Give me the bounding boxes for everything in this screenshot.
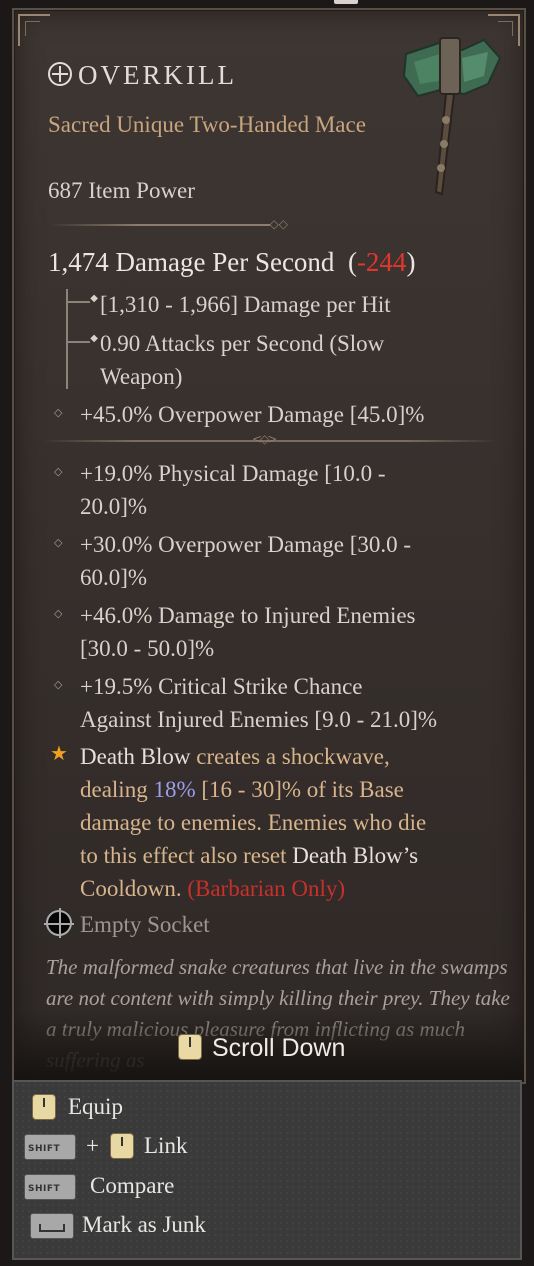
- affix-line: +19.0% Physical Damage [10.0 -: [80, 461, 386, 486]
- socket-label: Empty Socket: [80, 912, 210, 937]
- mouse-icon: [178, 1034, 202, 1060]
- unique-power-line: dealing 18% [16 - 30]% of its Base: [80, 773, 520, 806]
- divider: ◇◇: [50, 217, 288, 231]
- scroll-down-label: Scroll Down: [212, 1034, 346, 1062]
- class-restriction: (Barbarian Only): [187, 876, 346, 901]
- dps-delta: -244: [356, 247, 407, 277]
- item-power: 687 Item Power: [48, 178, 195, 203]
- bullet-icon: ◇: [54, 406, 63, 419]
- item-tooltip: OVERKILL Sacred Unique Two-Handed Mace 6…: [12, 8, 526, 1084]
- frame-corner-left: [18, 14, 50, 46]
- unique-text: [16 - 30]% of its Base: [195, 777, 404, 802]
- bullet-icon: ◇: [54, 536, 63, 549]
- affix-line: +30.0% Overpower Damage [30.0 -: [80, 532, 412, 557]
- bullet-icon: ◇: [54, 607, 63, 620]
- tree-branch: [66, 333, 98, 344]
- damage-per-second: 1,474 Damage Per Second (-244): [48, 246, 415, 279]
- scroll-down-button[interactable]: Scroll Down: [178, 1034, 345, 1063]
- unique-power-line: damage to enemies. Enemies who die: [80, 810, 427, 835]
- stat-tree-line: [66, 289, 98, 389]
- affix-line: Against Injured Enemies [9.0 - 21.0]%: [80, 707, 438, 732]
- divider-ornament: <◇>: [252, 432, 277, 446]
- divider: <◇>: [42, 432, 498, 446]
- roll-value: 18%: [153, 777, 196, 802]
- unique-power-line: Cooldown. (Barbarian Only): [80, 872, 520, 905]
- unique-power-line: to this effect also reset Death Blow’s: [80, 839, 520, 872]
- bullet-icon: ◇: [54, 465, 63, 478]
- item-name: OVERKILL: [78, 60, 237, 90]
- socket-icon: [44, 908, 74, 938]
- equip-action[interactable]: Equip: [68, 1094, 123, 1120]
- dps-close: ): [406, 247, 416, 277]
- unique-text: to this effect also reset: [80, 843, 293, 868]
- tree-branch: [66, 293, 98, 304]
- divider-ornament: ◇◇: [269, 217, 288, 231]
- dps-open: (: [347, 247, 357, 277]
- attacks-per-second: 0.90 Attacks per Second (Slow: [100, 331, 385, 356]
- attacks-per-second-cont: Weapon): [100, 364, 183, 389]
- dps-value: 1,474 Damage Per Second: [48, 247, 335, 277]
- shift-key-icon: SHIFT: [24, 1134, 76, 1160]
- item-title: OVERKILL: [48, 60, 237, 91]
- compare-action[interactable]: Compare: [90, 1173, 174, 1199]
- bullet-icon: ◇: [54, 678, 63, 691]
- tooltip-frame: OVERKILL Sacred Unique Two-Handed Mace 6…: [0, 0, 534, 1266]
- action-bar: Equip SHIFT + Link SHIFT Compare Mark as…: [12, 1080, 522, 1260]
- top-tab: [334, 0, 358, 4]
- unique-power-line: Death Blow creates a shockwave,: [80, 740, 520, 773]
- unique-power: Death Blow creates a shockwave, dealing …: [80, 740, 520, 905]
- affix-line: +46.0% Damage to Injured Enemies: [80, 603, 416, 628]
- skill-name: Death Blow: [80, 744, 191, 769]
- skill-name: Death Blow’s: [292, 843, 419, 868]
- star-icon: ★: [50, 741, 68, 765]
- affix-line: [30.0 - 50.0]%: [80, 636, 215, 661]
- link-action[interactable]: Link: [144, 1133, 187, 1159]
- shift-key-icon: SHIFT: [24, 1174, 76, 1200]
- item-type: Sacred Unique Two-Handed Mace: [48, 112, 366, 137]
- crosshair-circle-icon: [48, 62, 72, 86]
- affix-line: 20.0]%: [80, 494, 148, 519]
- left-mouse-icon: [32, 1094, 56, 1120]
- unique-text: Cooldown.: [80, 876, 188, 901]
- mace-icon: [402, 37, 502, 196]
- left-mouse-icon: [110, 1133, 134, 1159]
- spacebar-key-icon: [30, 1213, 74, 1239]
- implicit-affix: +45.0% Overpower Damage [45.0]%: [80, 402, 425, 427]
- plus-sign: +: [86, 1133, 99, 1158]
- affix-line: 60.0]%: [80, 565, 148, 590]
- damage-per-hit: [1,310 - 1,966] Damage per Hit: [100, 292, 391, 317]
- mark-junk-action[interactable]: Mark as Junk: [82, 1212, 206, 1238]
- affix-line: +19.5% Critical Strike Chance: [80, 674, 363, 699]
- unique-text: dealing: [80, 777, 154, 802]
- unique-text: creates a shockwave,: [190, 744, 390, 769]
